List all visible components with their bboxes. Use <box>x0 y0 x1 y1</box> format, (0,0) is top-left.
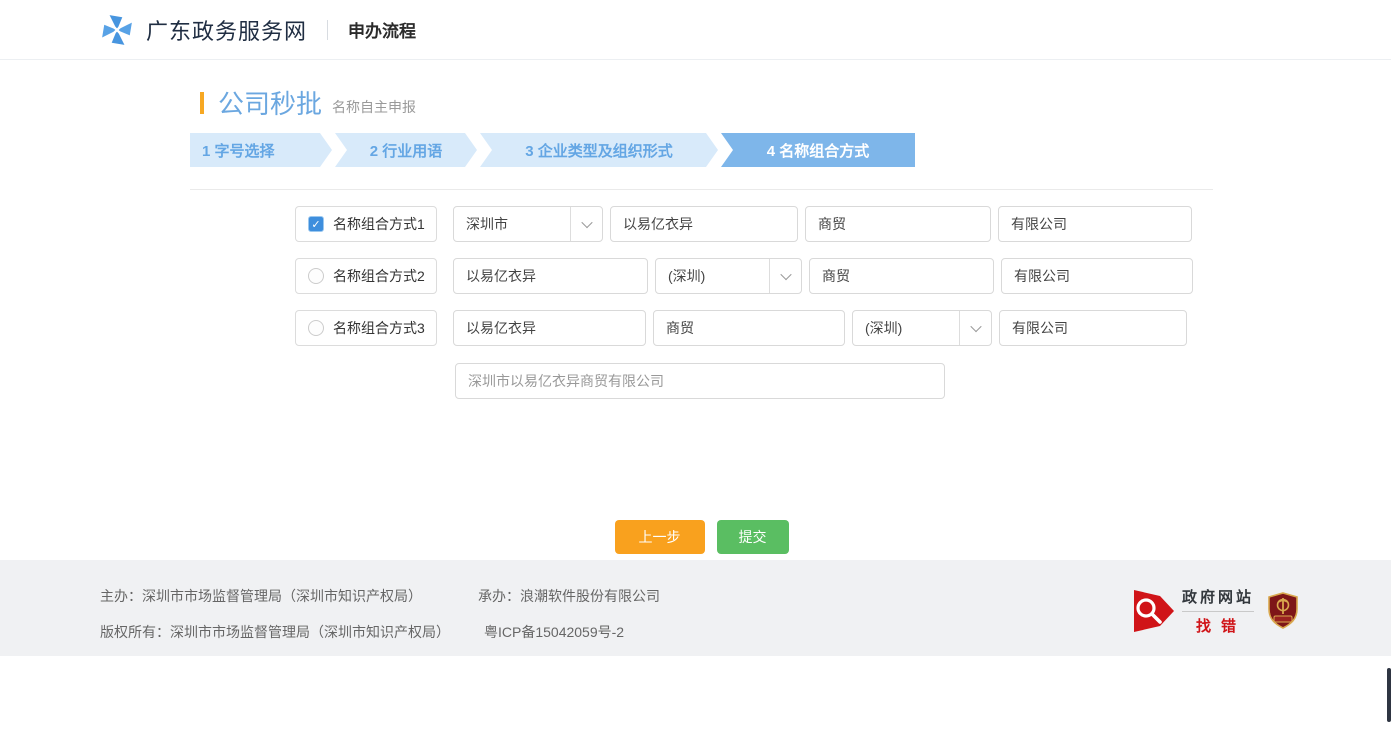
industry-input-row1[interactable] <box>805 206 991 242</box>
title-accent-bar <box>200 92 204 114</box>
district-select-row3[interactable]: (深圳) <box>852 310 992 346</box>
trade-name-input-row1[interactable] <box>610 206 798 242</box>
option-name-combo-1[interactable]: ✓ 名称组合方式1 <box>295 206 437 242</box>
previous-step-button[interactable]: 上一步 <box>615 520 705 554</box>
error-finder-line2: 找错 <box>1182 612 1254 636</box>
footer-badges: 政府网站 找错 <box>1132 586 1299 636</box>
chevron-down-icon <box>570 207 602 241</box>
name-combination-row-3: 名称组合方式3 (深圳) <box>190 310 1213 346</box>
name-combination-row-1: ✓ 名称组合方式1 深圳市 <box>190 206 1213 242</box>
trade-name-input-row2[interactable] <box>453 258 648 294</box>
submit-button[interactable]: 提交 <box>717 520 789 554</box>
option-name-combo-3[interactable]: 名称组合方式3 <box>295 310 437 346</box>
trade-name-input-row3[interactable] <box>453 310 646 346</box>
header-nav-item[interactable]: 申办流程 <box>348 17 416 42</box>
brand-pinwheel-icon <box>100 13 134 47</box>
radio-unchecked-icon[interactable] <box>308 320 324 336</box>
magnifier-flag-icon <box>1132 588 1176 634</box>
org-form-input-row1[interactable] <box>998 206 1192 242</box>
step-wizard: 1 字号选择 2 行业用语 3 企业类型及组织形式 4 名称组合方式 <box>190 133 1213 167</box>
chevron-down-icon <box>769 259 801 293</box>
error-finder-line1: 政府网站 <box>1182 586 1254 612</box>
select-value: (深圳) <box>853 318 959 338</box>
action-buttons: 上一步 提交 <box>190 520 1213 554</box>
gov-site-error-finder-link[interactable]: 政府网站 找错 <box>1132 586 1254 636</box>
content-divider <box>190 189 1213 190</box>
main-content: 公司秒批 名称自主申报 1 字号选择 2 行业用语 3 企业类型及组织形式 4 … <box>190 84 1213 554</box>
full-name-preview-input[interactable] <box>455 363 945 399</box>
option-name-combo-2[interactable]: 名称组合方式2 <box>295 258 437 294</box>
industry-input-row3[interactable] <box>653 310 845 346</box>
step-tab-4-active[interactable]: 4 名称组合方式 <box>721 133 915 167</box>
chevron-down-icon <box>959 311 991 345</box>
option-label: 名称组合方式2 <box>333 266 425 286</box>
footer: 主办：深圳市市场监督管理局（深圳市知识产权局）承办：浪潮软件股份有限公司 版权所… <box>0 560 1391 656</box>
site-title: 广东政务服务网 <box>146 14 307 46</box>
radio-unchecked-icon[interactable] <box>308 268 324 284</box>
select-value: (深圳) <box>656 266 769 286</box>
full-name-preview-row <box>190 363 1213 399</box>
host-label: 主办： <box>100 588 142 604</box>
checkbox-checked-icon[interactable]: ✓ <box>308 216 324 232</box>
option-label: 名称组合方式3 <box>333 318 425 338</box>
error-finder-text: 政府网站 找错 <box>1182 586 1254 636</box>
industry-input-row2[interactable] <box>809 258 994 294</box>
page-title: 公司秒批 <box>218 84 322 121</box>
undertake-label: 承办： <box>478 588 520 604</box>
step-tab-1[interactable]: 1 字号选择 <box>190 133 332 167</box>
org-form-input-row2[interactable] <box>1001 258 1193 294</box>
page-title-row: 公司秒批 名称自主申报 <box>190 84 1213 121</box>
step-tab-2[interactable]: 2 行业用语 <box>335 133 477 167</box>
copyright-value: 深圳市市场监督管理局（深圳市知识产权局） <box>170 624 450 640</box>
name-combination-row-2: 名称组合方式2 (深圳) <box>190 258 1213 294</box>
undertake-value: 浪潮软件股份有限公司 <box>520 588 660 604</box>
copyright-label: 版权所有： <box>100 624 170 640</box>
org-form-input-row3[interactable] <box>999 310 1187 346</box>
district-select-row2[interactable]: (深圳) <box>655 258 802 294</box>
step-tab-3[interactable]: 3 企业类型及组织形式 <box>480 133 718 167</box>
option-label: 名称组合方式1 <box>333 214 425 234</box>
header-divider <box>327 20 328 40</box>
vertical-scrollbar-thumb[interactable] <box>1387 668 1391 722</box>
select-value: 深圳市 <box>454 214 570 234</box>
district-select-row1[interactable]: 深圳市 <box>453 206 603 242</box>
red-shield-badge-icon[interactable] <box>1267 592 1299 630</box>
header: 广东政务服务网 申办流程 <box>0 0 1391 60</box>
icp-number: 粤ICP备15042059号-2 <box>484 624 624 640</box>
host-value: 深圳市市场监督管理局（深圳市知识产权局） <box>142 588 422 604</box>
page-subtitle: 名称自主申报 <box>332 97 416 117</box>
